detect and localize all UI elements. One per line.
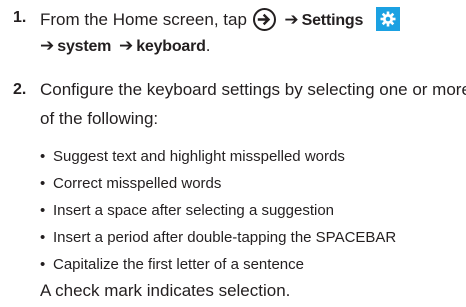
arrow-glyph: ➔ xyxy=(118,36,134,55)
list-item: Correct misspelled words xyxy=(40,170,396,197)
arrow-glyph: ➔ xyxy=(284,10,299,29)
note-text: A check mark indicates selection. xyxy=(40,281,291,300)
step-1-line-2: ➔ system ➔ keyboard. xyxy=(40,35,210,58)
keyboard-label: keyboard xyxy=(136,38,206,55)
step-1-line-1: From the Home screen, tap ➔ Settings xyxy=(40,7,400,32)
step-2-line-2: of the following: xyxy=(40,109,159,128)
list-item: Insert a space after selecting a suggest… xyxy=(40,197,396,224)
step-2-line-1: Configure the keyboard settings by selec… xyxy=(40,80,466,99)
arrow-glyph: ➔ xyxy=(40,36,55,55)
step-1-text: From the Home screen, tap xyxy=(40,10,247,29)
options-list: Suggest text and highlight misspelled wo… xyxy=(40,143,396,278)
settings-label: Settings xyxy=(301,12,364,29)
period: . xyxy=(205,36,211,55)
list-item: Suggest text and highlight misspelled wo… xyxy=(40,143,396,170)
step-number: 1. xyxy=(13,9,27,26)
arrow-circle-icon xyxy=(252,8,276,31)
gear-icon xyxy=(375,7,400,31)
step-number: 2. xyxy=(13,81,27,98)
list-item: Insert a period after double-tapping the… xyxy=(40,224,396,251)
system-label: system xyxy=(57,38,112,55)
list-item: Capitalize the first letter of a sentenc… xyxy=(40,251,396,278)
